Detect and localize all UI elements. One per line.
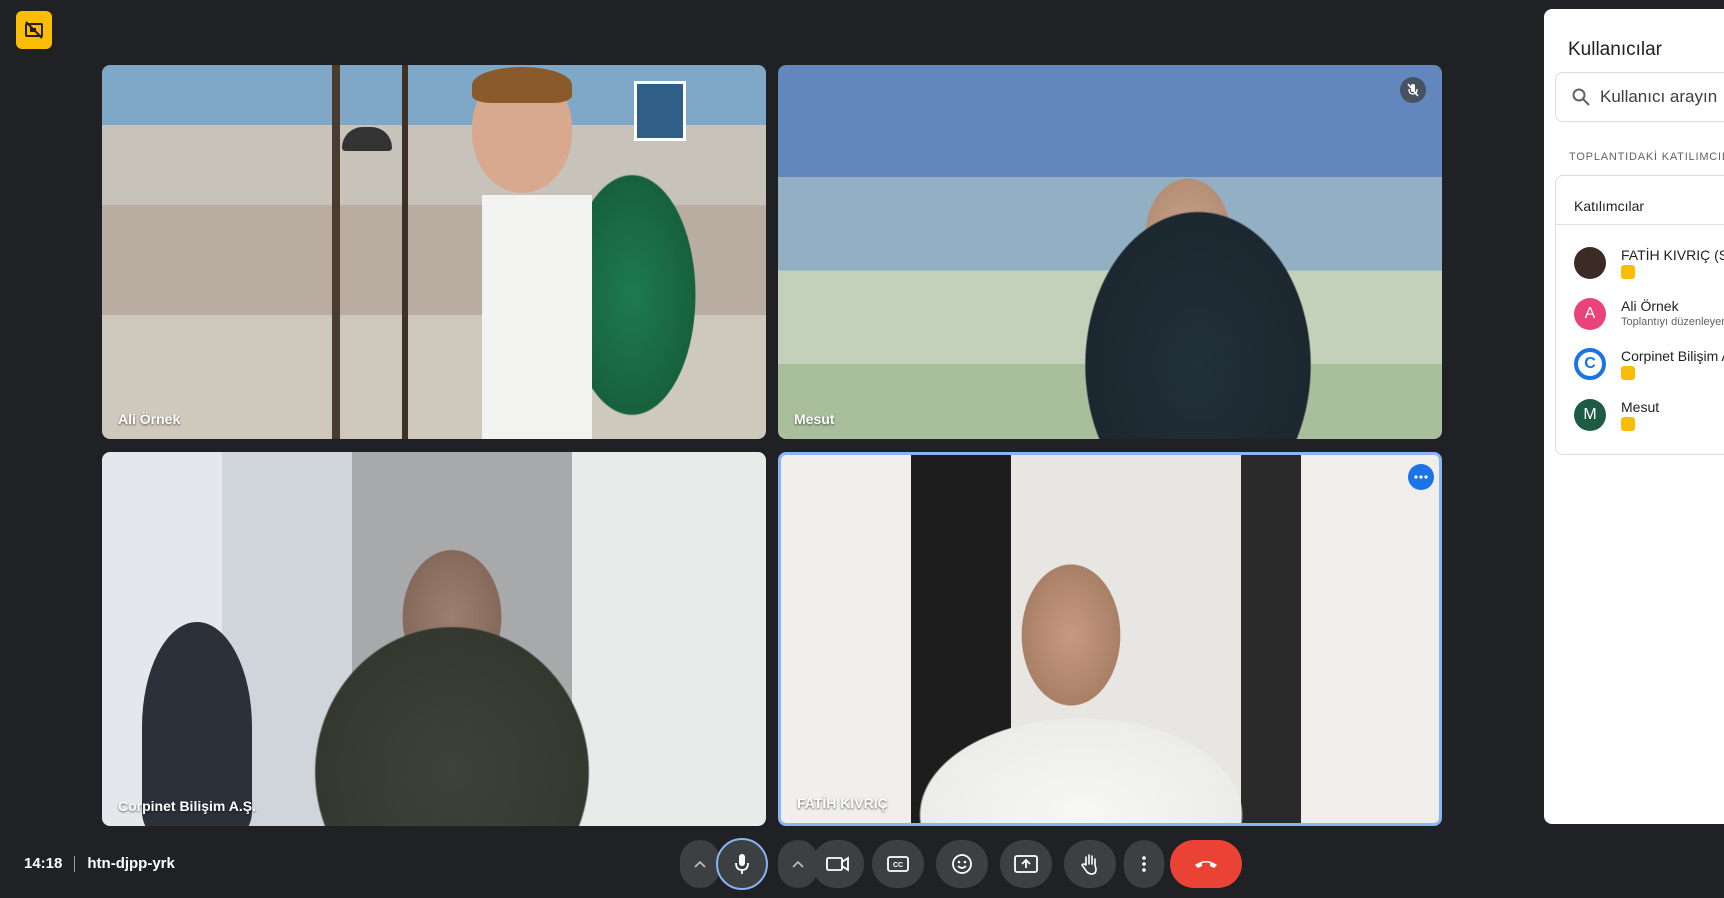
svg-text:CC: CC bbox=[893, 862, 903, 869]
avatar: A bbox=[1574, 298, 1606, 330]
more-options-icon[interactable] bbox=[1408, 464, 1434, 490]
call-end-icon bbox=[1195, 861, 1217, 868]
avatar: M bbox=[1574, 399, 1606, 431]
search-input[interactable] bbox=[1600, 87, 1724, 107]
participant-item[interactable]: M Mesut bbox=[1574, 399, 1724, 439]
participant-name: Mesut bbox=[1621, 399, 1660, 415]
video-tile-corpinet[interactable]: Corpinet Bilişim A.Ş. bbox=[102, 452, 766, 826]
camera-icon bbox=[826, 856, 849, 872]
participant-item[interactable]: A Ali Örnek Toplantıyı düzenleyen bbox=[1574, 298, 1724, 338]
leave-call-button[interactable] bbox=[1170, 840, 1242, 888]
divider bbox=[1556, 224, 1724, 225]
group-header[interactable]: Katılımcılar bbox=[1574, 198, 1644, 214]
control-bar: CC bbox=[0, 838, 1724, 894]
participant-role: Toplantıyı düzenleyen bbox=[1621, 316, 1724, 328]
tile-name: Mesut bbox=[794, 411, 835, 427]
raise-hand-button[interactable] bbox=[1064, 840, 1116, 888]
reactions-button[interactable] bbox=[936, 840, 988, 888]
avatar: C bbox=[1574, 348, 1606, 380]
camera-button[interactable] bbox=[812, 840, 864, 888]
tile-name: Ali Örnek bbox=[118, 411, 181, 427]
participant-item[interactable]: FATİH KIVRIÇ (Siz) bbox=[1574, 247, 1724, 287]
audio-options-button[interactable] bbox=[680, 840, 720, 888]
more-vert-icon bbox=[1142, 856, 1146, 872]
person-hair bbox=[472, 67, 572, 103]
tile-name: Corpinet Bilişim A.Ş. bbox=[118, 798, 256, 814]
background-logo bbox=[634, 81, 686, 141]
captions-button[interactable]: CC bbox=[872, 840, 924, 888]
participants-group: Katılımcılar FATİH KIVRIÇ (Siz) A Ali Ör… bbox=[1555, 175, 1724, 455]
recording-icon bbox=[1621, 417, 1635, 431]
participant-name: Ali Örnek bbox=[1621, 298, 1679, 314]
panel-title: Kullanıcılar bbox=[1568, 39, 1662, 60]
recording-icon bbox=[1621, 265, 1635, 279]
mic-icon bbox=[735, 854, 749, 874]
video-tile-fatih[interactable]: FATİH KIVRIÇ bbox=[778, 452, 1442, 826]
person-body bbox=[482, 195, 592, 439]
more-options-button[interactable] bbox=[1124, 840, 1164, 888]
mic-button[interactable] bbox=[716, 838, 768, 890]
video-tile-mesut[interactable]: Mesut bbox=[778, 65, 1442, 439]
recording-icon[interactable] bbox=[16, 11, 52, 49]
mic-off-icon bbox=[1400, 77, 1426, 103]
video-tile-ali[interactable]: Ali Örnek bbox=[102, 65, 766, 439]
avatar bbox=[1574, 247, 1606, 279]
present-icon bbox=[1014, 855, 1038, 873]
participant-item[interactable]: C Corpinet Bilişim A.Ş. bbox=[1574, 348, 1724, 388]
participant-name: Corpinet Bilişim A.Ş. bbox=[1621, 348, 1724, 364]
tile-name: FATİH KIVRIÇ bbox=[797, 795, 888, 811]
chevron-up-icon bbox=[694, 860, 706, 868]
present-button[interactable] bbox=[1000, 840, 1052, 888]
chevron-up-icon bbox=[792, 860, 804, 868]
emoji-icon bbox=[952, 854, 972, 874]
search-icon bbox=[1572, 88, 1590, 106]
lamp-graphic bbox=[342, 127, 392, 151]
person-background bbox=[142, 622, 252, 826]
captions-icon: CC bbox=[887, 856, 909, 872]
hand-icon bbox=[1081, 854, 1097, 875]
people-panel: Kullanıcılar TOPLANTIDAKİ KATILIMCILAR K… bbox=[1544, 9, 1724, 824]
participant-name: FATİH KIVRIÇ (Siz) bbox=[1621, 247, 1724, 263]
search-field[interactable] bbox=[1555, 72, 1724, 122]
section-label: TOPLANTIDAKİ KATILIMCILAR bbox=[1569, 151, 1724, 163]
recording-icon bbox=[1621, 366, 1635, 380]
